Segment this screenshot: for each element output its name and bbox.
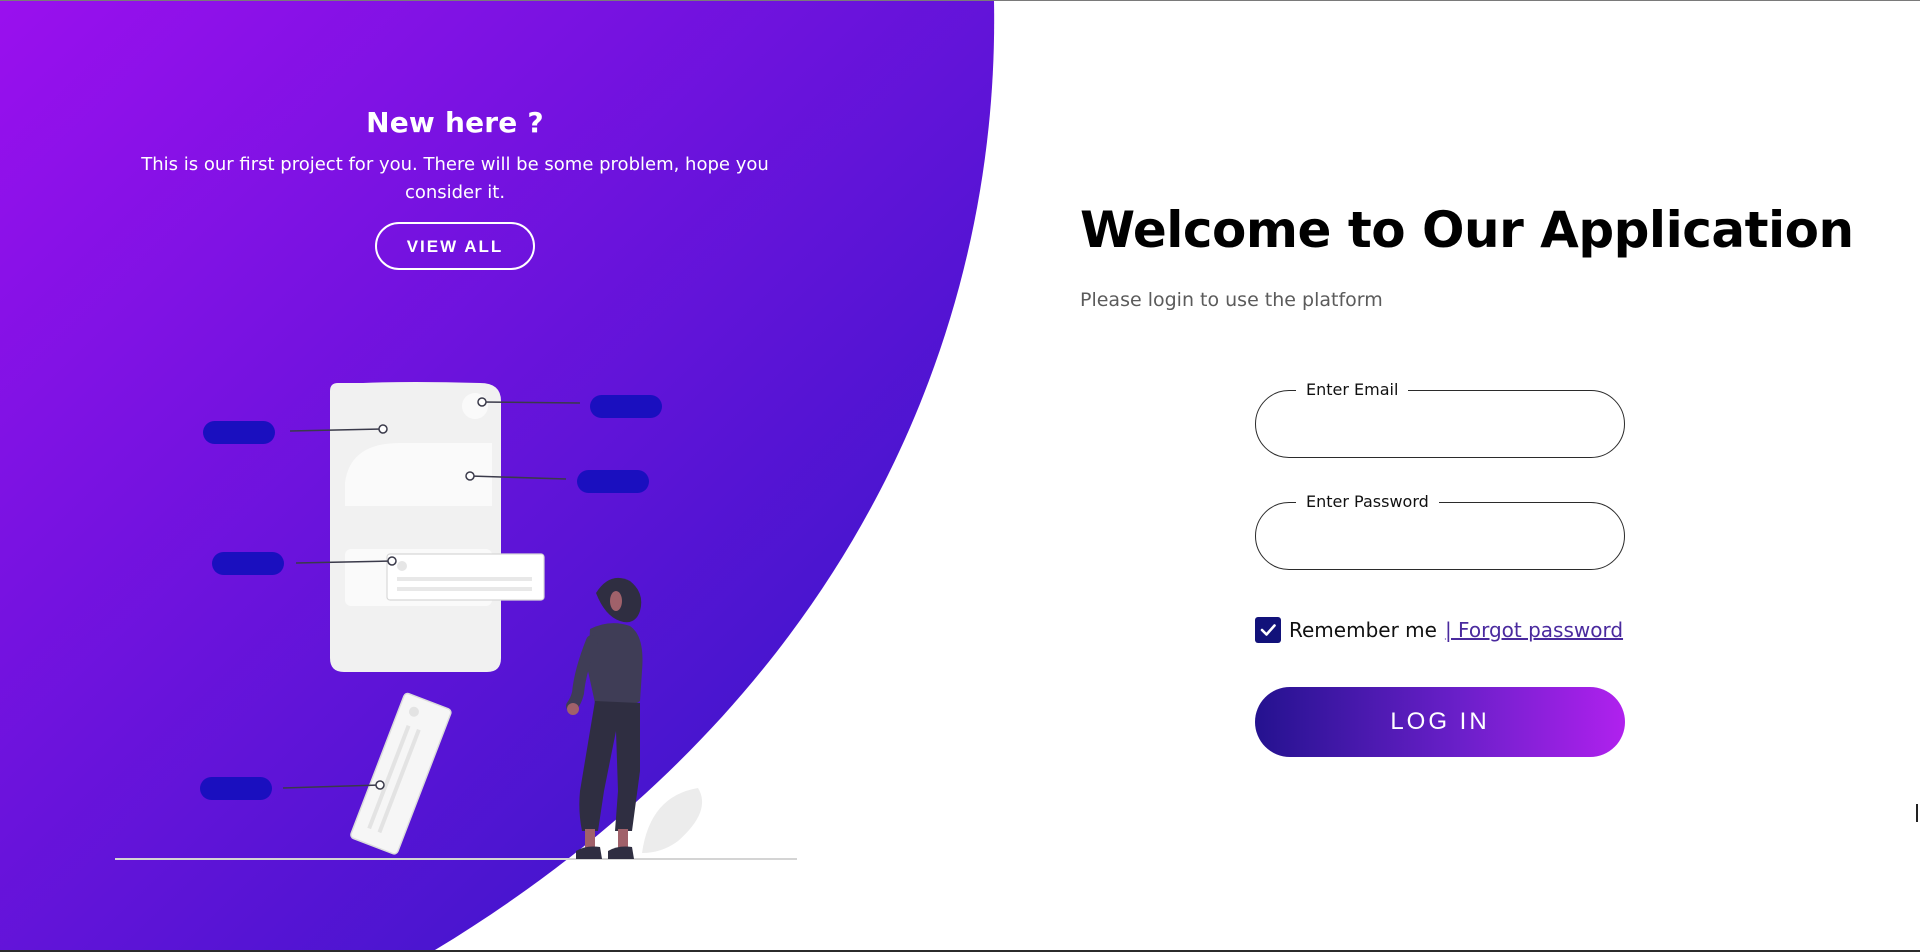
floating-card	[386, 553, 545, 601]
login-button[interactable]: LOG IN	[1255, 687, 1625, 757]
plant-leaf	[642, 788, 703, 853]
promo-title: New here ?	[366, 106, 544, 139]
remember-row: Remember me | Forgot password	[1255, 615, 1623, 645]
password-field[interactable]: Enter Password	[1255, 491, 1625, 570]
checkmark-icon	[1260, 624, 1276, 636]
promo-section: New here ? This is our first project for…	[110, 106, 800, 270]
text-cursor-icon	[1916, 804, 1918, 822]
login-page: New here ? This is our first project for…	[0, 0, 1920, 952]
person-with-phone-illustration	[115, 382, 797, 860]
password-input[interactable]	[1280, 517, 1604, 559]
welcome-subtitle: Please login to use the platform	[1080, 289, 1383, 311]
person-figure	[566, 577, 643, 859]
email-field[interactable]: Enter Email	[1255, 379, 1625, 458]
welcome-title: Welcome to Our Application	[1080, 201, 1854, 259]
password-label: Enter Password	[1296, 491, 1439, 513]
remember-checkbox[interactable]	[1255, 617, 1281, 643]
fallen-phone	[350, 692, 452, 855]
promo-text: This is our first project for you. There…	[141, 154, 769, 203]
email-input[interactable]	[1280, 405, 1604, 447]
remember-label: Remember me	[1289, 618, 1437, 642]
left-promo-panel: New here ? This is our first project for…	[0, 1, 910, 950]
login-panel: Welcome to Our Application Please login …	[1080, 1, 1920, 950]
phone-mockup	[330, 382, 501, 672]
forgot-password-link[interactable]: | Forgot password	[1445, 618, 1623, 642]
email-label: Enter Email	[1296, 379, 1409, 401]
view-all-button[interactable]: VIEW ALL	[375, 222, 535, 270]
